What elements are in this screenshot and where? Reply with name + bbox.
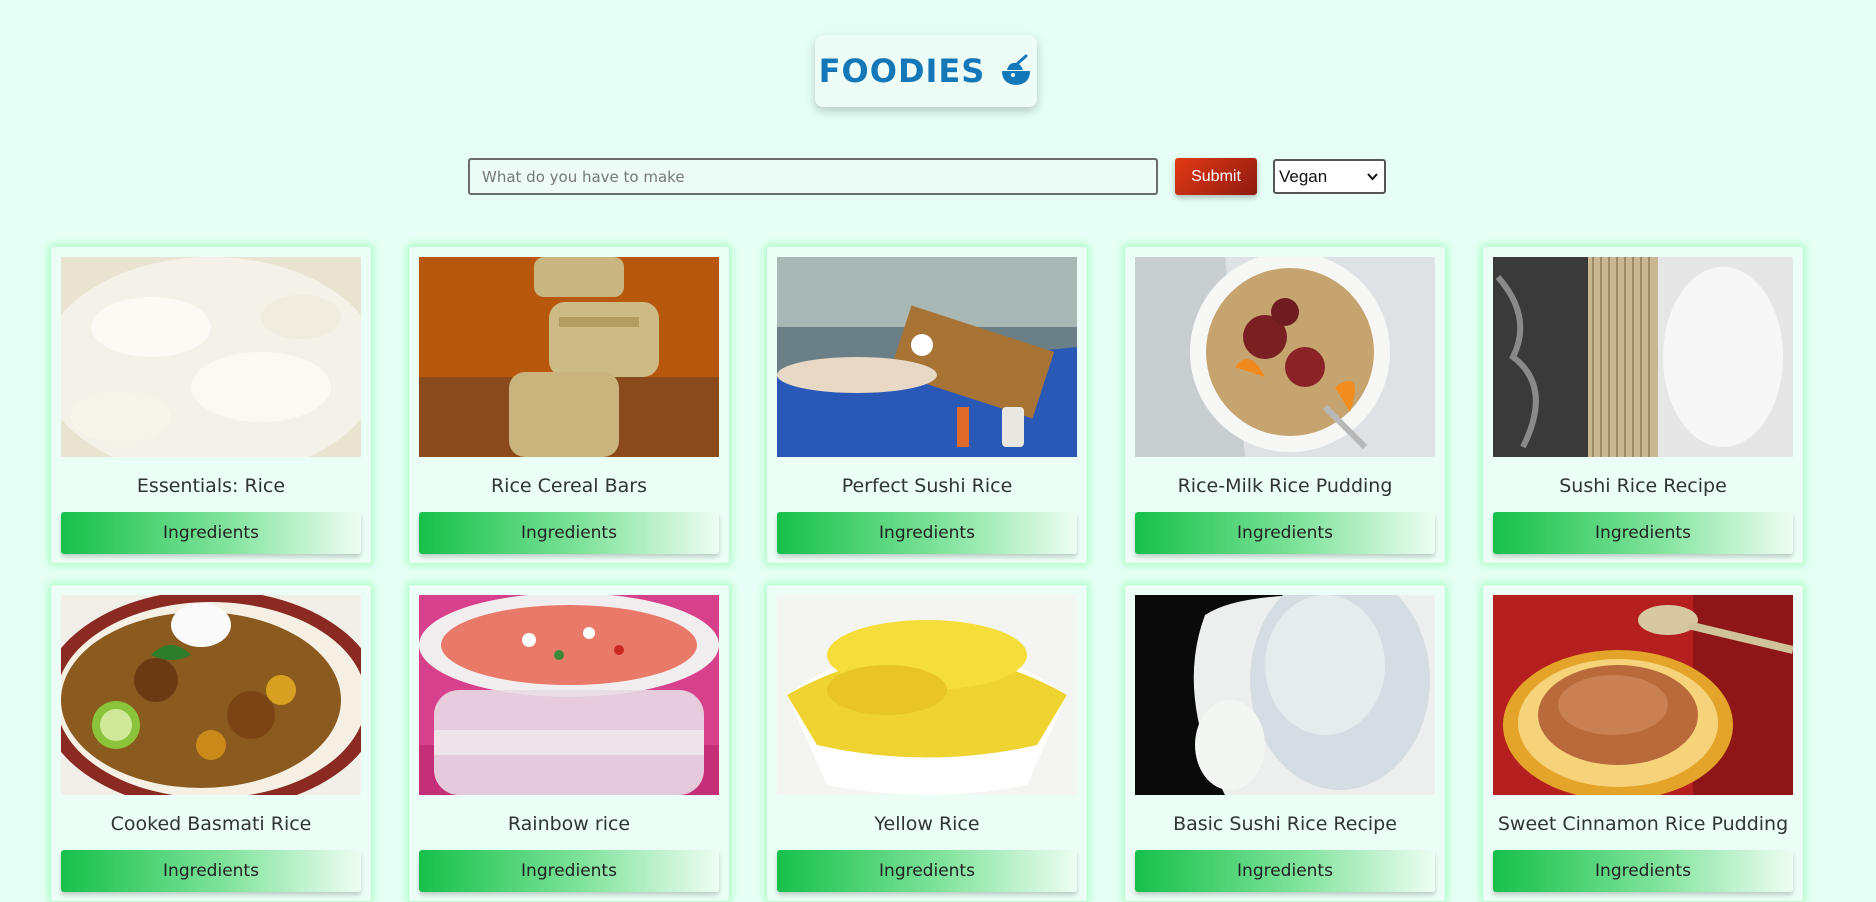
recipe-card: Basic Sushi Rice Recipe Ingredients [1124, 584, 1446, 902]
ingredients-button[interactable]: Ingredients [61, 850, 361, 892]
recipe-card: Sushi Rice Recipe Ingredients [1482, 246, 1804, 564]
recipe-image [1493, 257, 1793, 457]
recipe-card: Rice Cereal Bars Ingredients [408, 246, 730, 564]
recipe-image [1493, 595, 1793, 795]
recipe-title: Rice Cereal Bars [490, 475, 648, 497]
recipe-image [419, 595, 719, 795]
recipe-image [61, 257, 361, 457]
recipe-card: Perfect Sushi Rice Ingredients [766, 246, 1088, 564]
recipe-card: Yellow Rice Ingredients [766, 584, 1088, 902]
ingredients-button[interactable]: Ingredients [1135, 512, 1435, 554]
ingredients-button[interactable]: Ingredients [1493, 512, 1793, 554]
recipe-title: Rice-Milk Rice Pudding [1177, 475, 1393, 497]
ingredients-button[interactable]: Ingredients [419, 512, 719, 554]
search-input[interactable] [468, 158, 1158, 195]
recipe-title: Basic Sushi Rice Recipe [1173, 813, 1397, 835]
logo-text: FOODIES [818, 52, 986, 90]
recipe-image [777, 595, 1077, 795]
recipe-image [1135, 595, 1435, 795]
recipe-card: Essentials: Rice Ingredients [50, 246, 372, 564]
ingredients-button[interactable]: Ingredients [777, 512, 1077, 554]
recipe-card: Rice-Milk Rice Pudding Ingredients [1124, 246, 1446, 564]
diet-select-value: Vegan [1279, 166, 1328, 186]
logo: FOODIES [815, 35, 1037, 107]
recipe-card: Rainbow rice Ingredients [408, 584, 730, 902]
recipe-grid: Essentials: Rice Ingredients Rice Cereal… [50, 246, 1804, 902]
recipe-title: Perfect Sushi Rice [841, 475, 1013, 497]
chevron-down-icon [1367, 173, 1378, 181]
recipe-image [777, 257, 1077, 457]
food-bowl-icon [1002, 54, 1031, 85]
recipe-title: Yellow Rice [874, 813, 980, 835]
submit-button[interactable]: Submit [1175, 158, 1257, 195]
ingredients-button[interactable]: Ingredients [1493, 850, 1793, 892]
recipe-card: Sweet Cinnamon Rice Pudding Ingredients [1482, 584, 1804, 902]
ingredients-button[interactable]: Ingredients [419, 850, 719, 892]
recipe-title: Essentials: Rice [136, 475, 286, 497]
recipe-title: Cooked Basmati Rice [110, 813, 312, 835]
ingredients-button[interactable]: Ingredients [61, 512, 361, 554]
recipe-title: Sweet Cinnamon Rice Pudding [1497, 813, 1789, 835]
recipe-card: Cooked Basmati Rice Ingredients [50, 584, 372, 902]
ingredients-button[interactable]: Ingredients [777, 850, 1077, 892]
recipe-title: Sushi Rice Recipe [1559, 475, 1727, 497]
diet-select[interactable]: Vegan [1273, 159, 1386, 194]
recipe-title: Rainbow rice [507, 813, 631, 835]
recipe-image [1135, 257, 1435, 457]
recipe-image [419, 257, 719, 457]
recipe-image [61, 595, 361, 795]
ingredients-button[interactable]: Ingredients [1135, 850, 1435, 892]
